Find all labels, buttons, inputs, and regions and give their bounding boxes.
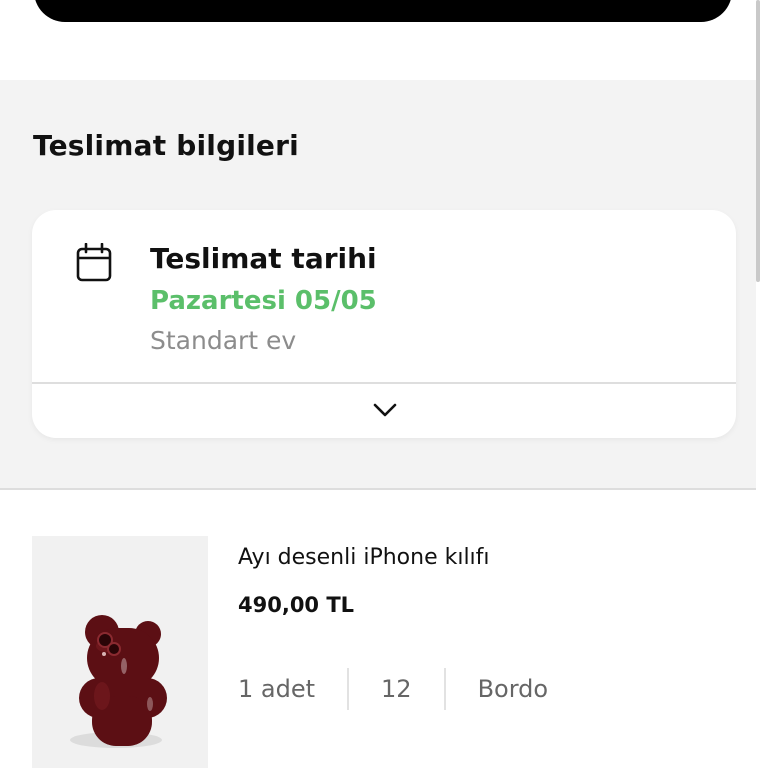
top-area	[0, 0, 768, 80]
delivery-type: Standart ev	[150, 326, 297, 355]
delivery-date-title: Teslimat tarihi	[150, 242, 377, 275]
product-price: 490,00 TL	[238, 593, 355, 617]
delivery-date-value: Pazartesi 05/05	[150, 286, 377, 316]
product-quantity: 1 adet	[238, 675, 316, 703]
section-title: Teslimat bilgileri	[33, 129, 299, 162]
product-color: Bordo	[477, 675, 549, 703]
calendar-icon	[76, 242, 112, 283]
scrollbar[interactable]	[756, 0, 760, 282]
chevron-down-icon[interactable]	[372, 400, 398, 420]
product-name[interactable]: Ayı desenli iPhone kılıfı	[238, 545, 490, 570]
section-divider	[0, 488, 756, 490]
checkout-page: Teslimat bilgileri Teslimat tarihi Pazar…	[0, 0, 768, 768]
delivery-section: Teslimat bilgileri Teslimat tarihi Pazar…	[0, 80, 756, 488]
product-size: 12	[381, 675, 412, 703]
product-image[interactable]	[32, 536, 208, 768]
delivery-card[interactable]: Teslimat tarihi Pazartesi 05/05 Standart…	[32, 210, 736, 438]
product-attributes: 1 adet 12 Bordo	[238, 668, 580, 710]
primary-action-button[interactable]	[34, 0, 732, 22]
card-divider	[32, 382, 736, 384]
